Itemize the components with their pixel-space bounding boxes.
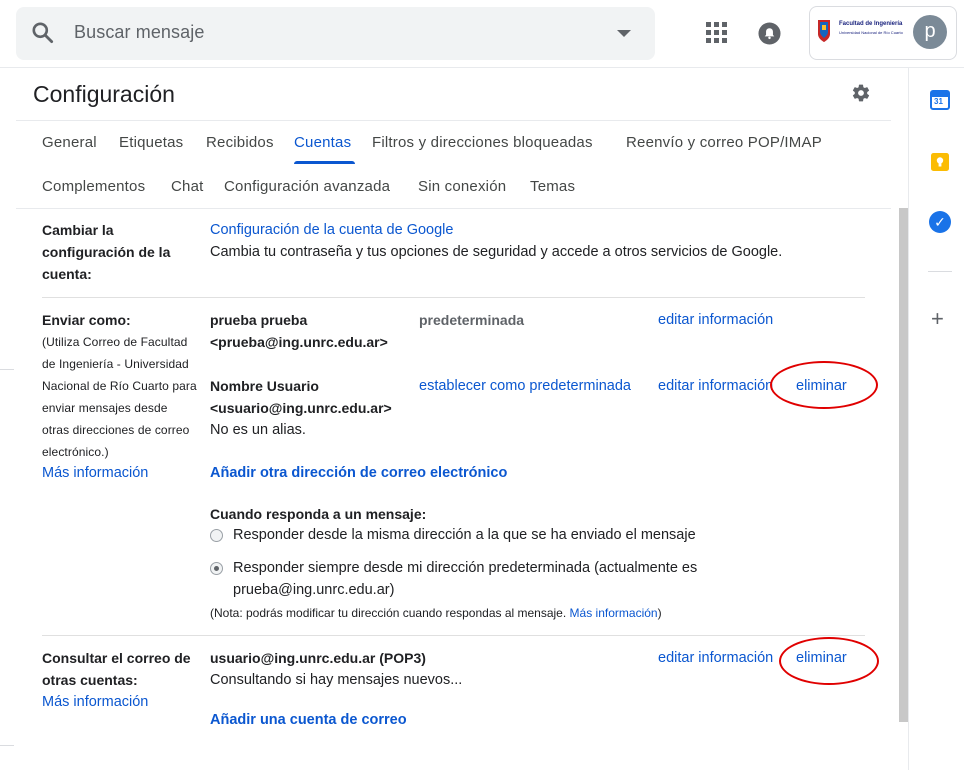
set-default-link[interactable]: establecer como predeterminada — [419, 375, 631, 397]
tasks-icon[interactable]: ✓ — [929, 211, 951, 233]
reply-default-address-label[interactable]: Responder siempre desde mi dirección pre… — [233, 557, 697, 579]
send-as-entry-email: <usuario@ing.unrc.edu.ar> — [210, 400, 392, 416]
logo-title: Facultad de Ingeniería — [839, 21, 903, 27]
tab-inbox[interactable]: Recibidos — [206, 134, 274, 151]
notifications-bell-icon[interactable] — [758, 22, 781, 45]
tab-advanced[interactable]: Configuración avanzada — [224, 178, 390, 195]
tab-accounts[interactable]: Cuentas — [294, 134, 351, 151]
pop3-account: usuario@ing.unrc.edu.ar (POP3) — [210, 650, 426, 666]
active-tab-indicator — [294, 161, 355, 164]
tab-filters[interactable]: Filtros y direcciones bloqueadas — [372, 134, 593, 151]
tab-chat[interactable]: Chat — [171, 178, 204, 195]
apps-grid-icon[interactable] — [706, 22, 728, 44]
search-input[interactable]: Buscar mensaje — [74, 22, 204, 43]
add-email-address-link[interactable]: Añadir otra dirección de correo electrón… — [210, 462, 507, 484]
send-as-more-info-link[interactable]: Más información — [42, 462, 148, 484]
left-edge-divider — [0, 745, 14, 746]
faculty-logo: Facultad de Ingeniería Universidad Nacio… — [817, 18, 905, 44]
alias-note: No es un alias. — [210, 422, 306, 438]
reply-same-address-label[interactable]: Responder desde la misma dirección a la … — [233, 524, 696, 546]
send-as-entry-name: prueba prueba — [210, 312, 308, 328]
add-mail-account-link[interactable]: Añadir una cuenta de correo — [210, 709, 407, 731]
check-mail-more-info-link[interactable]: Más información — [42, 691, 148, 713]
calendar-icon[interactable]: 31 — [930, 90, 950, 110]
tab-general[interactable]: General — [42, 134, 97, 151]
edit-info-link[interactable]: editar información — [658, 375, 773, 397]
tabs-divider — [16, 208, 891, 209]
send-as-entry-email: <prueba@ing.unrc.edu.ar> — [210, 334, 388, 350]
title-divider — [16, 120, 891, 121]
account-change-description: Cambia tu contraseña y tus opciones de s… — [210, 244, 783, 260]
search-icon[interactable] — [30, 20, 56, 46]
tab-offline[interactable]: Sin conexión — [418, 178, 506, 195]
tab-labels[interactable]: Etiquetas — [119, 134, 183, 151]
logo-subtitle: Universidad Nacional de Río Cuarto — [839, 30, 903, 35]
gear-icon[interactable] — [851, 83, 871, 103]
checking-status: Consultando si hay mensajes nuevos... — [210, 672, 463, 688]
highlight-ellipse — [770, 361, 878, 409]
avatar[interactable]: p — [913, 15, 947, 49]
reply-default-address-radio[interactable] — [210, 562, 223, 575]
tab-addons[interactable]: Complementos — [42, 178, 145, 195]
edit-info-link[interactable]: editar información — [658, 647, 773, 669]
highlight-ellipse — [779, 637, 879, 685]
reply-same-address-radio[interactable] — [210, 529, 223, 542]
tab-forwarding[interactable]: Reenvío y correo POP/IMAP — [626, 134, 822, 151]
add-addon-plus-icon[interactable]: + — [931, 308, 944, 330]
keep-icon[interactable] — [930, 152, 950, 172]
section-divider — [42, 297, 865, 298]
section-divider — [42, 635, 865, 636]
send-as-label: Enviar como: — [42, 312, 131, 328]
send-as-note: (Utiliza Correo de Facultad de Ingenierí… — [42, 335, 197, 459]
page-title: Configuración — [33, 81, 175, 107]
check-mail-label: Consultar el correo de otras cuentas: — [42, 650, 191, 688]
reply-note-more-info-link[interactable]: Más información — [570, 606, 658, 620]
tab-themes[interactable]: Temas — [530, 178, 575, 195]
left-edge-divider — [0, 369, 14, 370]
change-account-label: Cambiar la configuración de la cuenta: — [42, 222, 171, 282]
edit-info-link[interactable]: editar información — [658, 309, 773, 331]
side-panel-separator — [928, 271, 952, 272]
default-status-label: predeterminada — [419, 312, 525, 328]
google-account-settings-link[interactable]: Configuración de la cuenta de Google — [210, 219, 453, 241]
reply-note: (Nota: podrás modificar tu dirección cua… — [210, 606, 662, 620]
side-panel-divider — [908, 68, 909, 770]
send-as-entry-name: Nombre Usuario — [210, 378, 319, 394]
search-options-caret-icon[interactable] — [617, 30, 631, 37]
scrollbar[interactable] — [899, 208, 908, 722]
reply-heading: Cuando responda a un mensaje: — [210, 506, 427, 522]
reply-default-address-label-2[interactable]: prueba@ing.unrc.edu.ar) — [233, 579, 394, 601]
header-divider — [0, 67, 964, 68]
